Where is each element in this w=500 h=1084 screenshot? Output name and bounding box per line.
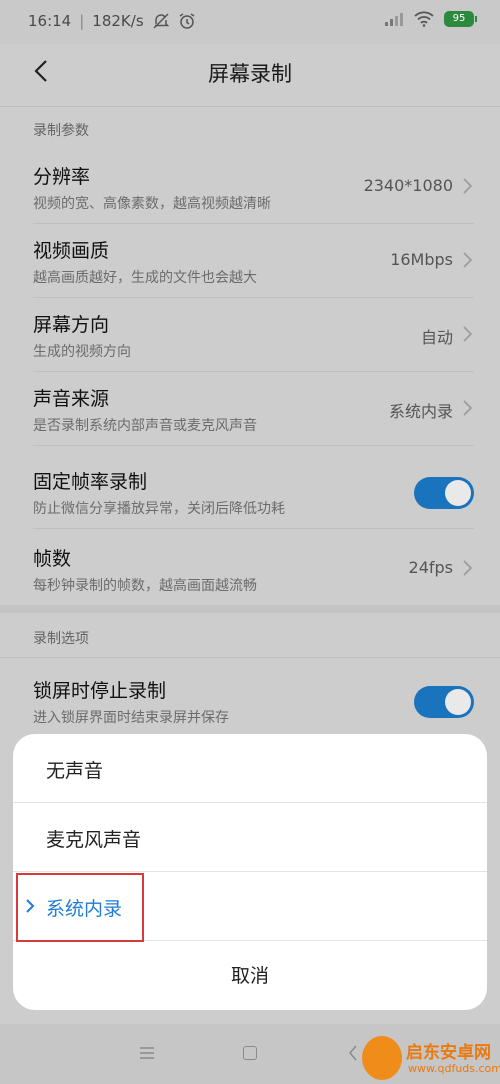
highlight-box (16, 873, 144, 942)
divider (0, 106, 500, 107)
setting-value: 系统内录 (388, 402, 453, 421)
network-speed: 182K/s (92, 12, 144, 30)
option-microphone[interactable]: 麦克风声音 (13, 803, 487, 872)
setting-value: 24fps (408, 558, 453, 577)
setting-row-fixed-framerate: 固定帧率录制 防止微信分享播放异常，关闭后降低功耗 (0, 455, 500, 529)
chevron-right-icon (463, 400, 473, 416)
setting-title: 屏幕方向 (33, 314, 110, 336)
setting-value: 自动 (420, 328, 453, 347)
cancel-button[interactable]: 取消 (13, 961, 487, 988)
audio-source-sheet: 无声音 麦克风声音 系统内录 取消 (13, 734, 487, 1010)
watermark-url: www.qdfuds.com (408, 1062, 500, 1075)
header: 屏幕录制 (0, 44, 500, 106)
chevron-right-icon (463, 560, 473, 576)
setting-title: 声音来源 (33, 388, 110, 410)
setting-value: 2340*1080 (363, 176, 453, 195)
status-time: 16:14 (28, 12, 72, 30)
setting-row-resolution[interactable]: 分辨率 视频的宽、高像素数，越高视频越清晰 2340*1080 (0, 150, 500, 224)
setting-subtitle: 进入锁屏界面时结束录屏并保存 (33, 710, 229, 726)
chevron-right-icon (463, 326, 473, 342)
section-label-recording-params: 录制参数 (33, 123, 89, 139)
setting-subtitle: 是否录制系统内部声音或麦克风声音 (33, 418, 257, 434)
stop-on-lock-toggle[interactable] (414, 686, 474, 718)
mute-icon (153, 13, 169, 29)
setting-subtitle: 生成的视频方向 (33, 344, 131, 360)
watermark: 启东安卓网 www.qdfuds.com (358, 1030, 500, 1084)
setting-value: 16Mbps (390, 250, 453, 269)
nav-back-icon[interactable] (348, 1045, 358, 1061)
divider (33, 528, 474, 529)
section-label-recording-options: 录制选项 (33, 631, 89, 647)
setting-title: 帧数 (33, 548, 72, 570)
setting-row-screen-orientation[interactable]: 屏幕方向 生成的视频方向 自动 (0, 298, 500, 372)
chevron-right-icon (463, 178, 473, 194)
battery-icon: 95 (444, 11, 477, 27)
setting-title: 分辨率 (33, 166, 91, 188)
setting-subtitle: 防止微信分享播放异常，关闭后降低功耗 (33, 501, 285, 517)
setting-title: 锁屏时停止录制 (33, 680, 167, 702)
chevron-right-icon (463, 252, 473, 268)
page-title: 屏幕录制 (208, 62, 292, 86)
option-label: 无声音 (46, 760, 104, 782)
divider (0, 657, 500, 658)
home-icon[interactable] (243, 1046, 257, 1060)
setting-subtitle: 每秒钟录制的帧数，越高画面越流畅 (33, 578, 257, 594)
setting-title: 视频画质 (33, 240, 110, 262)
setting-row-video-quality[interactable]: 视频画质 越高画质越好，生成的文件也会越大 16Mbps (0, 224, 500, 298)
setting-row-stop-on-lock: 锁屏时停止录制 进入锁屏界面时结束录屏并保存 (0, 664, 500, 738)
divider (33, 445, 474, 446)
toggle-knob (445, 689, 471, 715)
option-label: 麦克风声音 (46, 829, 142, 851)
watermark-logo-icon (362, 1036, 402, 1080)
setting-subtitle: 视频的宽、高像素数，越高视频越清晰 (33, 196, 271, 212)
setting-row-framerate[interactable]: 帧数 每秒钟录制的帧数，越高画面越流畅 24fps (0, 532, 500, 606)
signal-icon (385, 13, 403, 26)
toggle-knob (445, 480, 471, 506)
setting-title: 固定帧率录制 (33, 471, 148, 493)
setting-subtitle: 越高画质越好，生成的文件也会越大 (33, 270, 257, 286)
alarm-icon (179, 13, 195, 29)
section-gap (0, 605, 500, 613)
wifi-icon (414, 11, 434, 27)
status-separator: | (79, 12, 85, 30)
fixed-framerate-toggle[interactable] (414, 477, 474, 509)
option-no-sound[interactable]: 无声音 (13, 734, 487, 803)
menu-icon[interactable] (140, 1047, 154, 1059)
status-bar: 16:14 | 182K/s 95 (0, 0, 500, 44)
watermark-name: 启东安卓网 (406, 1043, 491, 1063)
setting-row-audio-source[interactable]: 声音来源 是否录制系统内部声音或麦克风声音 系统内录 (0, 372, 500, 446)
